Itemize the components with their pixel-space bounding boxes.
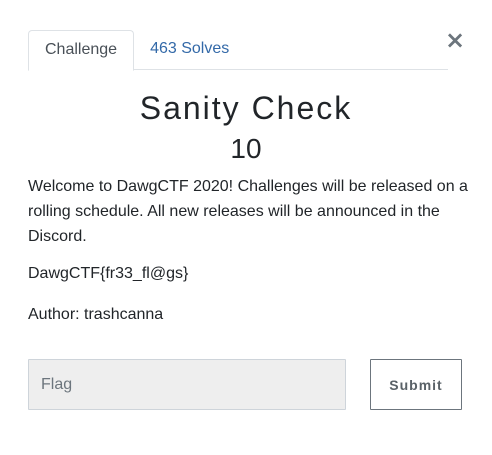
challenge-author: Author: trashcanna [28,306,164,323]
flag-input[interactable] [28,359,346,410]
challenge-flag-text: DawgCTF{fr33_fl@gs} [28,265,189,282]
challenge-value: 10 [230,133,262,164]
tab-challenge[interactable]: Challenge [28,30,135,71]
modal-tabs: Challenge 463 Solves [28,30,448,71]
challenge-modal: × Challenge 463 Solves Sanity Check 10 W… [0,0,492,455]
tab-solves[interactable]: 463 Solves [134,30,245,70]
challenge-name: Sanity Check [139,90,353,126]
submit-button[interactable]: Submit [370,359,462,410]
challenge-description: Welcome to DawgCTF 2020! Challenges will… [28,178,468,245]
